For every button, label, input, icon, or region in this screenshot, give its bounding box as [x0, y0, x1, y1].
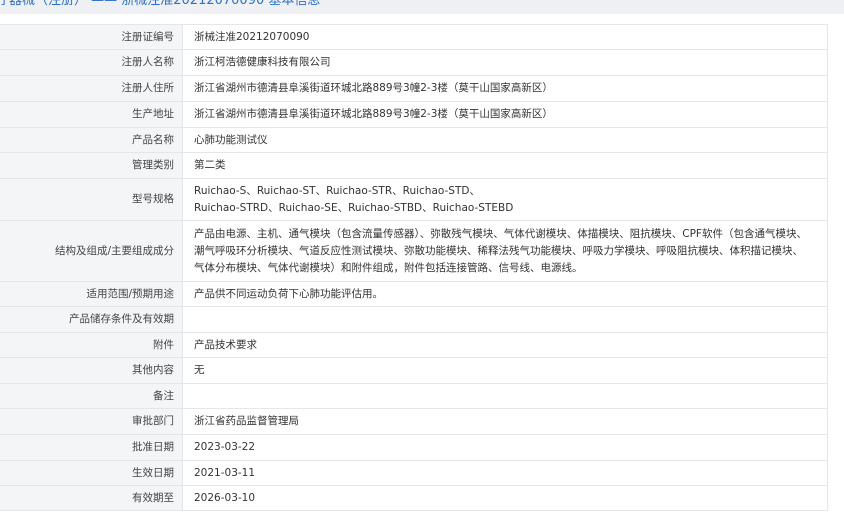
row-value: 2023-03-22 — [182, 434, 828, 461]
row-value: 浙江省湖州市德清县阜溪街道环城北路889号3幢2-3楼（莫干山国家高新区） — [182, 101, 828, 128]
row-value-line: 2023-03-22 — [194, 441, 256, 453]
row-value-line: 浙江省药品监督管理局 — [194, 415, 299, 427]
row-value: 产品由电源、主机、通气模块（包含流量传感器）、弥散残气模块、气体代谢模块、体描模… — [182, 220, 828, 282]
table-row: 结构及组成/主要组成成分 产品由电源、主机、通气模块（包含流量传感器）、弥散残气模… — [0, 220, 828, 282]
row-value: 第二类 — [182, 152, 828, 179]
breadcrumb: 疗器械（注册） —— 浙械注准20212070090 基本信息 — [0, 0, 321, 8]
row-value-line: 浙江省湖州市德清县阜溪街道环城北路889号3幢2-3楼（莫干山国家高新区） — [194, 82, 553, 94]
row-value — [182, 383, 828, 409]
row-label: 管理类别 — [0, 152, 183, 179]
row-label: 注册人名称 — [0, 49, 183, 76]
row-value-line: 气体分布模块、气体代谢模块）和附件组成，附件包括连接管路、信号线、电源线。 — [194, 261, 583, 274]
row-label: 注册证编号 — [0, 24, 183, 50]
row-value-line: 浙械注准20212070090 — [194, 30, 310, 43]
table-row: 型号规格 Ruichao-S、Ruichao-ST、Ruichao-STR、Rui… — [0, 178, 828, 221]
row-label: 型号规格 — [0, 178, 183, 221]
row-value: 2021-03-11 — [182, 460, 828, 486]
detail-table-body: 注册证编号 浙械注准20212070090 注册人名称 浙江柯浩德健康科技有限公司 注册… — [0, 24, 828, 511]
row-value-line: Ruichao-S、Ruichao-ST、Ruichao-STR、Ruichao… — [194, 184, 480, 197]
table-row: 适用范围/预期用途 产品供不同运动负荷下心肺功能评估用。 — [0, 281, 828, 307]
row-value-line: 浙江省湖州市德清县阜溪街道环城北路889号3幢2-3楼（莫干山国家高新区） — [194, 108, 553, 120]
row-value: 2026-03-10 — [182, 485, 828, 511]
table-row: 产品名称 心肺功能测试仪 — [0, 127, 828, 153]
table-row: 备注 — [0, 383, 828, 409]
row-value-line: 心肺功能测试仪 — [194, 133, 268, 146]
row-label: 产品名称 — [0, 127, 183, 153]
row-value: 浙械注准20212070090 — [182, 24, 828, 50]
table-row: 有效期至 2026-03-10 — [0, 485, 828, 511]
row-value: 产品技术要求 — [182, 332, 828, 358]
row-value-line: 2021-03-11 — [194, 466, 256, 479]
row-value-line: 产品供不同运动负荷下心肺功能评估用。 — [194, 287, 383, 300]
row-label: 附件 — [0, 332, 183, 358]
row-label: 结构及组成/主要组成成分 — [0, 220, 183, 282]
row-value-line: 无 — [194, 364, 205, 376]
registration-detail-table: 注册证编号 浙械注准20212070090 注册人名称 浙江柯浩德健康科技有限公司 注册… — [0, 24, 828, 511]
row-label: 审批部门 — [0, 408, 183, 435]
breadcrumb-bar: 疗器械（注册） —— 浙械注准20212070090 基本信息 — [0, 0, 844, 14]
row-value: 浙江省湖州市德清县阜溪街道环城北路889号3幢2-3楼（莫干山国家高新区） — [182, 75, 828, 102]
row-label: 其他内容 — [0, 357, 183, 384]
row-value-line: 2026-03-10 — [194, 491, 256, 504]
row-value: 心肺功能测试仪 — [182, 127, 828, 153]
row-label: 产品储存条件及有效期 — [0, 306, 183, 333]
table-row: 注册人住所 浙江省湖州市德清县阜溪街道环城北路889号3幢2-3楼（莫干山国家高新… — [0, 75, 828, 102]
row-label: 有效期至 — [0, 485, 183, 511]
table-row: 批准日期 2023-03-22 — [0, 434, 828, 461]
row-value-line: 产品技术要求 — [194, 338, 257, 351]
table-row: 生产地址 浙江省湖州市德清县阜溪街道环城北路889号3幢2-3楼（莫干山国家高新区… — [0, 101, 828, 128]
table-row: 其他内容无 — [0, 357, 828, 384]
table-row: 注册证编号 浙械注准20212070090 — [0, 24, 828, 50]
row-label: 备注 — [0, 383, 183, 409]
row-label: 适用范围/预期用途 — [0, 281, 183, 307]
row-value: 产品供不同运动负荷下心肺功能评估用。 — [182, 281, 828, 307]
row-value-line: 产品由电源、主机、通气模块（包含流量传感器）、弥散残气模块、气体代谢模块、体描模… — [194, 227, 807, 240]
row-value-line: 第二类 — [194, 159, 226, 171]
table-row: 审批部门 浙江省药品监督管理局 — [0, 408, 828, 435]
table-row: 管理类别 第二类 — [0, 152, 828, 179]
row-value: 无 — [182, 357, 828, 384]
table-row: 注册人名称 浙江柯浩德健康科技有限公司 — [0, 49, 828, 76]
row-value: 浙江柯浩德健康科技有限公司 — [182, 49, 828, 76]
row-value: Ruichao-S、Ruichao-ST、Ruichao-STR、Ruichao… — [182, 178, 828, 221]
row-label: 注册人住所 — [0, 75, 183, 102]
table-row: 生效日期 2021-03-11 — [0, 460, 828, 486]
table-row: 产品储存条件及有效期 — [0, 306, 828, 333]
row-label: 生产地址 — [0, 101, 183, 128]
row-value: 浙江省药品监督管理局 — [182, 408, 828, 435]
row-value-line: 浙江柯浩德健康科技有限公司 — [194, 56, 331, 68]
device-registration-page: 疗器械（注册） —— 浙械注准20212070090 基本信息 注册证编号 浙械注… — [0, 0, 844, 513]
row-label: 生效日期 — [0, 460, 183, 486]
row-value-line: 潮气呼吸环分析模块、气道反应性测试模块、弥散功能模块、稀释法残气功能模块、呼吸力… — [194, 244, 803, 257]
row-label: 批准日期 — [0, 434, 183, 461]
row-value — [182, 306, 828, 333]
table-row: 附件 产品技术要求 — [0, 332, 828, 358]
row-value-line: Ruichao-STRD、Ruichao-SE、Ruichao-STBD、Rui… — [194, 201, 514, 214]
